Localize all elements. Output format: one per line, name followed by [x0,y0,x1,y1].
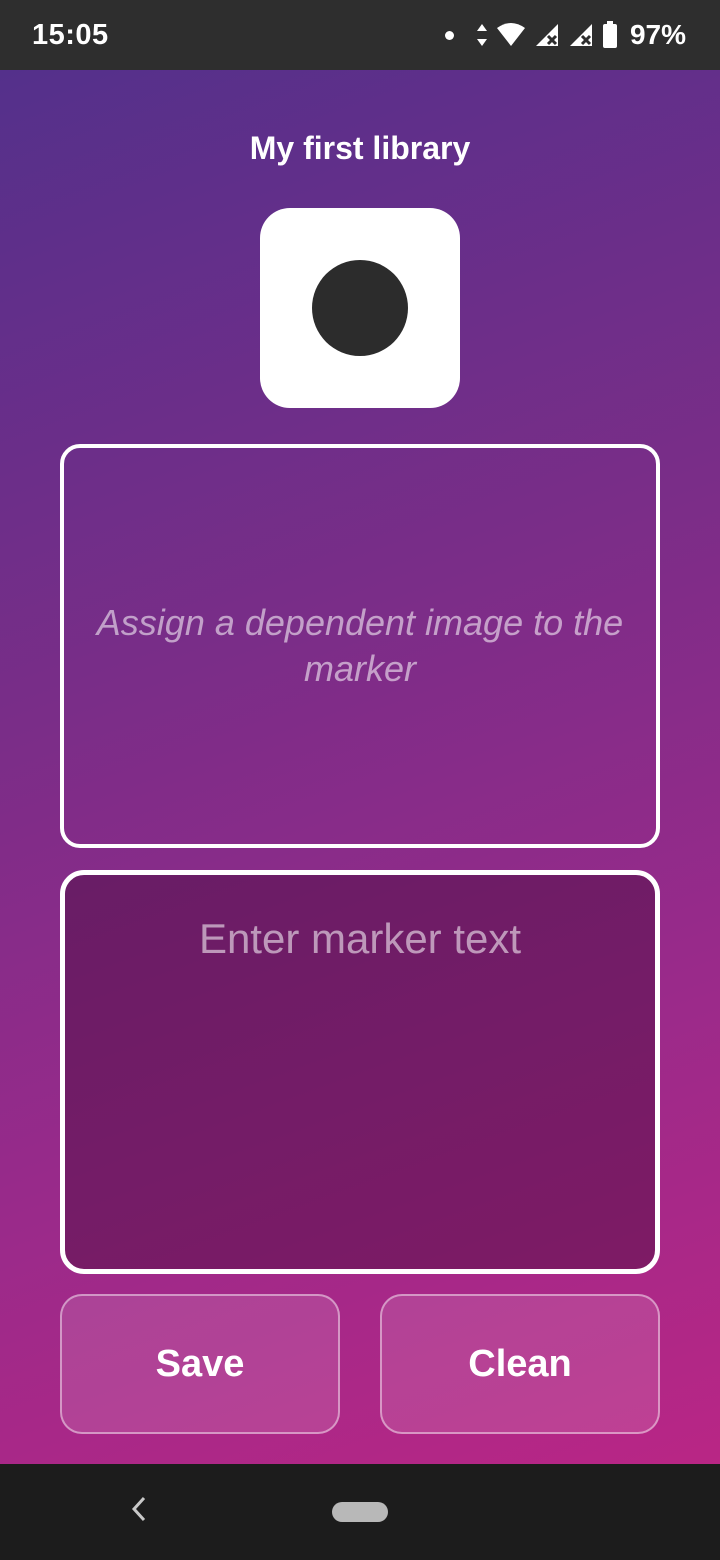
signal-icon [535,24,558,46]
save-button[interactable]: Save [60,1294,340,1434]
signal-icon [569,24,592,46]
status-icons: 97% [444,19,686,51]
clean-button[interactable]: Clean [380,1294,660,1434]
notification-dot-icon [444,30,454,40]
dependent-image-picker[interactable]: Assign a dependent image to the marker [60,444,660,848]
status-time: 15:05 [32,18,109,51]
marker-text-input[interactable] [65,915,655,963]
data-arrows-icon [476,24,487,46]
battery-percentage: 97% [629,19,686,50]
back-chevron-icon[interactable] [128,1494,150,1524]
battery-icon [602,21,617,48]
marker-image-tile[interactable] [260,208,460,408]
navigation-bar [0,1464,720,1560]
page-title: My first library [249,130,471,166]
main-content: My first library Assign a dependent imag… [0,70,720,1464]
marker-dot-icon [312,260,408,356]
marker-text-area[interactable] [60,870,660,1274]
dependent-image-hint: Assign a dependent image to the marker [96,602,624,689]
app-screen: 15:05 97% My first library Assign a depe… [0,0,720,1560]
wifi-icon [496,23,525,46]
status-bar: 15:05 97% [0,0,720,70]
home-pill-icon[interactable] [332,1502,388,1522]
